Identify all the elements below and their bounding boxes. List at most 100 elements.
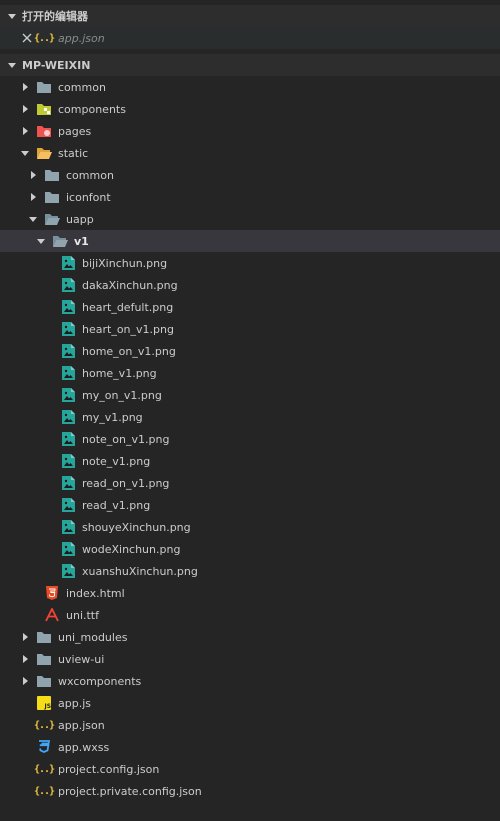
file-label: app.wxss: [58, 740, 110, 754]
file-row-uni-ttf[interactable]: uni.ttf: [0, 604, 500, 626]
file-label: xuanshuXinchun.png: [82, 564, 198, 578]
folder-label: common: [58, 80, 106, 94]
file-row-image[interactable]: my_v1.png: [0, 406, 500, 428]
open-editors-section: 打开的编辑器 {..} app.json: [0, 5, 500, 49]
folder-label: uni_modules: [58, 630, 128, 644]
file-label: dakaXinchun.png: [82, 278, 178, 292]
folder-label: static: [58, 146, 89, 160]
folder-row-wxcomponents[interactable]: wxcomponents: [0, 670, 500, 692]
css-icon: [36, 739, 52, 755]
components-folder-icon: [36, 101, 52, 117]
open-editors-title: 打开的编辑器: [22, 10, 88, 23]
file-row-image[interactable]: shouyeXinchun.png: [0, 516, 500, 538]
file-label: home_v1.png: [82, 366, 157, 380]
folder-row-uview-ui[interactable]: uview-ui: [0, 648, 500, 670]
explorer-header[interactable]: MP-WEIXIN: [0, 54, 500, 76]
svg-text:JS: JS: [44, 703, 52, 710]
image-file-icon: [60, 431, 76, 447]
chevron-right-icon: [28, 192, 38, 202]
folder-label: components: [58, 102, 126, 116]
file-label: read_v1.png: [82, 498, 151, 512]
file-row-image[interactable]: dakaXinchun.png: [0, 274, 500, 296]
chevron-right-icon: [20, 676, 30, 686]
file-label: heart_defult.png: [82, 300, 174, 314]
chevron-down-icon: [36, 236, 46, 246]
file-row-index-html[interactable]: index.html: [0, 582, 500, 604]
folder-row-uapp[interactable]: uapp: [0, 208, 500, 230]
file-label: my_v1.png: [82, 410, 143, 424]
file-row-project-private-config[interactable]: {..} project.private.config.json: [0, 780, 500, 802]
file-label: wodeXinchun.png: [82, 542, 181, 556]
chevron-right-icon: [20, 104, 30, 114]
folder-label: common: [66, 168, 114, 182]
file-row-image[interactable]: note_v1.png: [0, 450, 500, 472]
chevron-down-icon: [20, 148, 30, 158]
image-file-icon: [60, 541, 76, 557]
image-file-icon: [60, 299, 76, 315]
v1-file-list: bijiXinchun.png dakaXinchun.png heart_defu…: [0, 252, 500, 582]
chevron-down-icon: [7, 11, 17, 21]
folder-open-icon: [52, 233, 68, 249]
open-editors-header[interactable]: 打开的编辑器: [0, 5, 500, 27]
folder-row-common[interactable]: common: [0, 76, 500, 98]
file-row-image[interactable]: home_on_v1.png: [0, 340, 500, 362]
folder-row-pages[interactable]: pages: [0, 120, 500, 142]
image-file-icon: [60, 277, 76, 293]
folder-row-static-common[interactable]: common: [0, 164, 500, 186]
chevron-right-icon: [20, 82, 30, 92]
folder-row-static[interactable]: static: [0, 142, 500, 164]
file-row-image[interactable]: bijiXinchun.png: [0, 252, 500, 274]
file-label: app.json: [58, 718, 105, 732]
folder-icon: [36, 629, 52, 645]
folder-row-v1[interactable]: v1: [0, 230, 500, 252]
folder-row-components[interactable]: components: [0, 98, 500, 120]
file-row-image[interactable]: my_on_v1.png: [0, 384, 500, 406]
folder-label: pages: [58, 124, 92, 138]
folder-icon: [36, 79, 52, 95]
close-icon[interactable]: [20, 31, 34, 45]
file-label: project.config.json: [58, 762, 160, 776]
file-row-image[interactable]: note_on_v1.png: [0, 428, 500, 450]
file-label: bijiXinchun.png: [82, 256, 168, 270]
file-row-image[interactable]: heart_on_v1.png: [0, 318, 500, 340]
chevron-right-icon: [28, 170, 38, 180]
image-file-icon: [60, 255, 76, 271]
file-row-image[interactable]: xuanshuXinchun.png: [0, 560, 500, 582]
folder-label: uview-ui: [58, 652, 105, 666]
file-label: note_on_v1.png: [82, 432, 170, 446]
folder-open-icon: [44, 211, 60, 227]
file-row-app-js[interactable]: JS app.js: [0, 692, 500, 714]
folder-label: iconfont: [66, 190, 111, 204]
js-icon: JS: [36, 695, 52, 711]
open-editor-label: app.json: [58, 31, 105, 45]
pages-folder-icon: [36, 123, 52, 139]
file-row-image[interactable]: read_v1.png: [0, 494, 500, 516]
file-row-image[interactable]: read_on_v1.png: [0, 472, 500, 494]
file-row-project-config[interactable]: {..} project.config.json: [0, 758, 500, 780]
file-row-image[interactable]: wodeXinchun.png: [0, 538, 500, 560]
folder-row-iconfont[interactable]: iconfont: [0, 186, 500, 208]
file-row-app-wxss[interactable]: app.wxss: [0, 736, 500, 758]
folder-open-icon: [36, 145, 52, 161]
file-label: note_v1.png: [82, 454, 151, 468]
explorer-title: MP-WEIXIN: [22, 58, 91, 72]
file-row-image[interactable]: heart_defult.png: [0, 296, 500, 318]
open-editor-item[interactable]: {..} app.json: [0, 27, 500, 49]
json-icon: {..}: [33, 785, 55, 797]
folder-label: wxcomponents: [58, 674, 142, 688]
file-label: read_on_v1.png: [82, 476, 170, 490]
file-label: app.js: [58, 696, 91, 710]
image-file-icon: [60, 409, 76, 425]
json-icon: {..}: [33, 719, 55, 731]
image-file-icon: [60, 475, 76, 491]
image-file-icon: [60, 563, 76, 579]
file-row-app-json[interactable]: {..} app.json: [0, 714, 500, 736]
image-file-icon: [60, 365, 76, 381]
folder-row-uni-modules[interactable]: uni_modules: [0, 626, 500, 648]
file-label: home_on_v1.png: [82, 344, 176, 358]
folder-label: v1: [74, 234, 89, 248]
file-label: heart_on_v1.png: [82, 322, 174, 336]
image-file-icon: [60, 343, 76, 359]
file-row-image[interactable]: home_v1.png: [0, 362, 500, 384]
json-icon: {..}: [33, 763, 55, 775]
